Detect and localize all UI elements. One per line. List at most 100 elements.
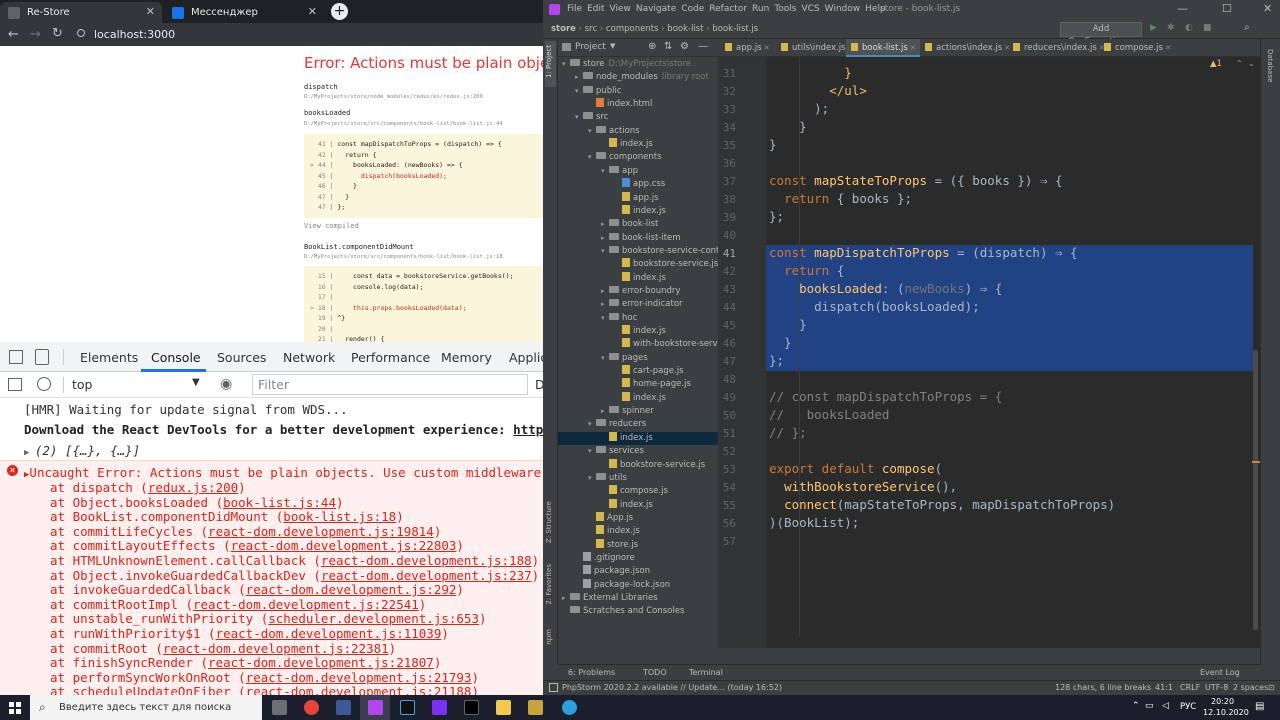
tray-chevron-icon[interactable]: ⌃ [1132,701,1140,711]
line-separator[interactable]: CRLF [1180,683,1200,692]
search-icon[interactable]: ⌕ [1244,22,1250,33]
stack-source-link[interactable]: react-dom.development.js:22381 [163,641,389,656]
new-tab-button[interactable]: + [331,3,348,20]
code-line[interactable]: const mapStateToProps = ({ books }) ⇒ { [769,173,1063,188]
tree-item[interactable]: ▸ book-list [601,218,658,231]
tree-item[interactable]: compose.js [601,485,668,498]
tree-item[interactable]: ▾ store D:\MyProjects\store [562,58,691,71]
tree-item[interactable]: index.html [588,98,652,111]
stack-source-link[interactable]: react-dom.development.js:22803 [231,538,457,553]
code-line[interactable]: } [769,317,807,332]
stack-source-link[interactable]: react-dom.development.js:21793 [246,670,472,685]
chevron-down-icon[interactable]: ▾ [601,245,609,258]
stack-source-link[interactable]: react-dom.development.js:188 [321,553,532,568]
chevron-down-icon[interactable]: ▼ [192,377,200,388]
chevron-down-icon[interactable]: ▾ [588,445,596,458]
tab-console[interactable]: Console [151,350,201,365]
structure-tool-label[interactable]: Z: Structure [545,501,553,543]
stop-icon[interactable]: ■ [1203,23,1212,33]
chevron-right-icon[interactable]: ▸ [562,592,570,605]
chevron-down-icon[interactable]: ▾ [601,165,609,178]
console-log-array[interactable]: ▶ (2) [{…}, {…}] [24,443,140,458]
tree-item[interactable]: index.js [601,138,653,151]
tree-item[interactable]: ▾ services [588,445,644,458]
locate-icon[interactable]: ⊕ [648,41,656,52]
tree-item[interactable]: index.js [614,325,666,338]
menu-item-window[interactable]: Window [825,4,861,14]
devtools-link[interactable]: https://fb.me/ [513,422,543,437]
stack-source-link[interactable]: book-list.js:18 [283,509,396,524]
shield-app-icon[interactable] [528,700,543,715]
menu-item-file[interactable]: File [567,4,582,14]
stack-source-link[interactable]: react-dom.development.js:292 [246,582,457,597]
chevron-down-icon[interactable]: ▾ [588,418,596,431]
tree-item[interactable]: bookstore-service.js [614,258,718,271]
code-line[interactable]: const mapDispatchToProps = (dispatch) ⇒ … [769,245,1078,260]
tree-item[interactable]: ▾ public [575,85,622,98]
code-line[interactable]: } [769,137,777,152]
code-line[interactable]: }; [769,209,784,224]
stack-source-link[interactable]: scheduler.development.js:653 [268,611,479,626]
tab-application[interactable]: Applic [509,350,543,365]
code-line[interactable]: withBookstoreService(), [769,479,957,494]
tree-item[interactable]: ▾ pages [601,352,648,365]
eye-icon[interactable]: ◉ [220,376,232,392]
warning-count[interactable]: ▲1 [1210,59,1222,69]
error-stripe-marker[interactable] [1252,461,1260,463]
reload-icon[interactable]: ↻ [52,26,63,41]
sidebar-toggle-icon[interactable] [8,378,22,391]
file-encoding[interactable]: UTF-8 [1205,683,1228,692]
code-line[interactable]: } [769,65,852,80]
breadcrumb-item[interactable]: store [551,24,576,34]
caret-position[interactable]: 41:1 [1155,683,1173,692]
chevron-up-icon[interactable]: ⌃ [1236,59,1243,68]
close-tab-icon[interactable]: ✕ [762,44,770,52]
tree-item[interactable]: App.js [588,511,633,525]
code-line[interactable]: ); [769,101,829,116]
files-app-icon[interactable] [496,700,511,715]
telegram-app-icon[interactable] [562,700,577,715]
chevron-down-icon[interactable]: ▼ [610,42,615,50]
chevron-right-icon[interactable]: ▸ [601,285,609,298]
tree-item[interactable]: app.css [614,178,665,191]
tree-item[interactable]: ▸ External Libraries [562,592,658,605]
chevron-down-icon[interactable]: ▾ [588,472,596,485]
editor-tab[interactable]: actions\index.js ✕ [920,39,1010,57]
dev-app-icon[interactable] [400,700,415,715]
tree-item[interactable]: .gitignore [575,551,635,565]
code-line[interactable]: booksLoaded: (newBooks) ⇒ { [769,281,1002,296]
info-icon[interactable] [77,29,85,37]
clock-time[interactable]: 20:20 [1211,697,1234,706]
tree-item[interactable]: ▾ bookstore-service-context [601,245,718,258]
frame-path[interactable]: D:/MyProjects/store/src/components/book-… [304,254,503,260]
event-log-button[interactable]: Event Log [1200,668,1240,677]
tab-elements[interactable]: Elements [80,350,138,365]
menu-item-code[interactable]: Code [681,4,704,14]
run-icon[interactable]: ▶ [1150,23,1157,33]
device-toolbar-icon[interactable] [35,349,49,365]
tree-item[interactable]: ▾ src [575,111,608,124]
chevron-down-icon[interactable]: ▾ [588,151,596,164]
stack-source-link[interactable]: react-dom.development.js:19814 [208,524,434,539]
chevron-down-icon[interactable]: ▾ [562,58,570,71]
tree-item[interactable]: ▸ spinner [601,405,654,418]
editor-tab[interactable]: app.js ✕ [720,39,776,57]
chevron-down-icon[interactable]: ▾ [575,111,583,124]
menu-item-run[interactable]: Run [752,4,769,14]
filter-input[interactable]: Filter [252,374,528,395]
tree-item[interactable]: ▸ error-indicator [601,298,683,311]
network-icon[interactable]: ▭ [1145,701,1154,711]
media-app-icon[interactable] [432,700,447,715]
hide-icon[interactable]: — [698,41,708,52]
chevron-down-icon[interactable]: ⌄ [1248,59,1255,68]
tab-sources[interactable]: Sources [217,350,266,365]
lock-icon[interactable]: ⊡ [1268,683,1275,692]
tree-item[interactable]: cart-page.js [614,365,684,378]
code-editor[interactable]: ▲1 ⌃ ⌄ } </ul> ); }} const mapStateToProp… [766,57,1260,648]
problems-tool-button[interactable]: 6: Problems [568,668,615,677]
editor-tab[interactable]: utils\index.js ✕ [776,39,854,57]
menu-item-view[interactable]: View [610,4,631,14]
context-select[interactable]: top [72,377,92,392]
menu-item-navigate[interactable]: Navigate [636,4,676,14]
favorites-tool-label[interactable]: 2: Favorites [545,564,553,605]
